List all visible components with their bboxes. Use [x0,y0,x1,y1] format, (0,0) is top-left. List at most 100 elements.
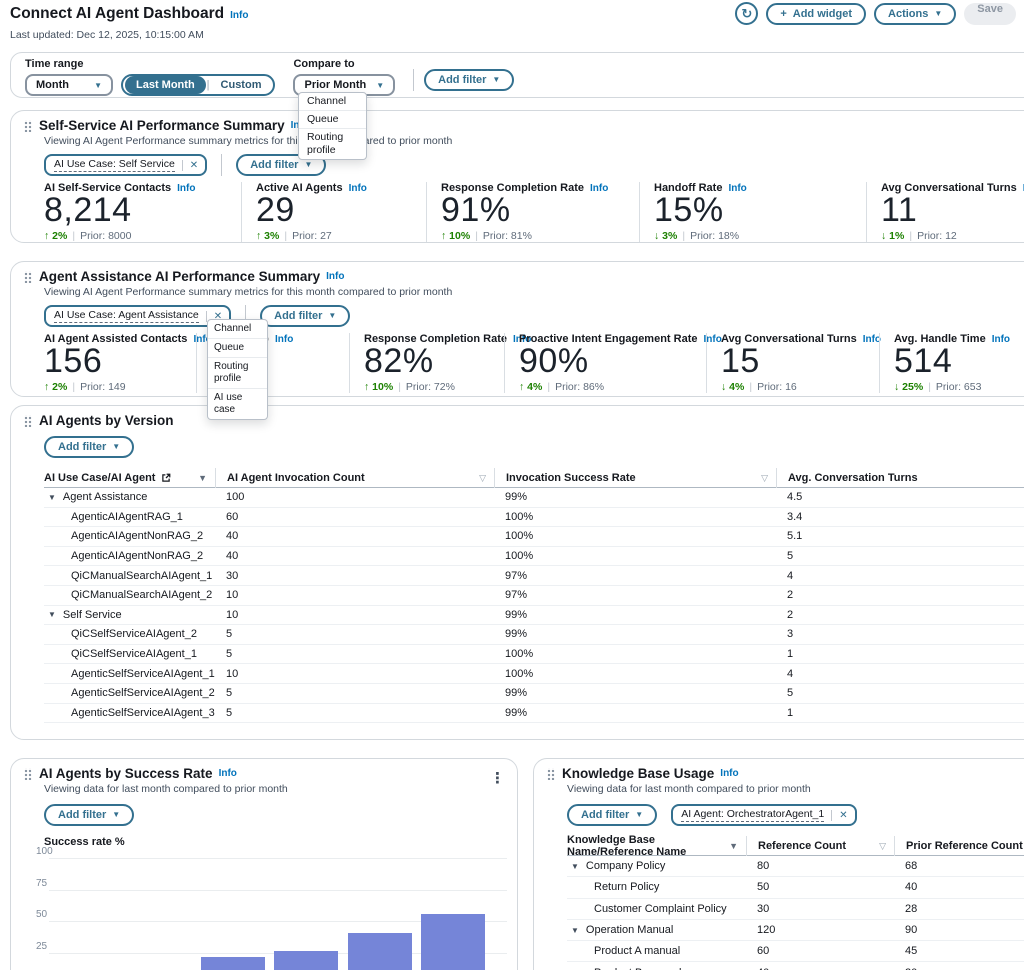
metric-response-completion-rate: Response Completion RateInfo 82% ↑ 10%|P… [349,333,504,393]
column-header-conversation-turns[interactable]: Avg. Conversation Turns [776,468,1024,488]
trend-arrow-icon: ↓ [721,381,726,393]
panel-subtitle: Viewing AI Agent Performance summary met… [44,286,1024,299]
filter-chip: AI Use Case: Self Service ✕ [44,154,207,176]
column-header-ai-use-case[interactable]: AI Use Case/AI Agent ▼ [44,468,215,488]
header-actions: ↻ + Add widget Actions ▼ Save [735,2,1016,25]
drag-handle-icon[interactable] [24,271,32,283]
actions-button[interactable]: Actions ▼ [874,3,956,25]
info-link[interactable]: Info [275,334,293,345]
refresh-button[interactable]: ↻ [735,2,758,25]
metric-value: 29 [256,196,416,224]
column-header-kb-name[interactable]: Knowledge Base Name/Reference Name ▼ [567,836,746,856]
external-link-icon [161,473,171,483]
add-widget-button[interactable]: + Add widget [766,3,866,25]
filter-chip: AI Agent: OrchestratorAgent_1 ✕ [671,804,856,826]
close-icon[interactable]: ✕ [831,810,847,821]
global-add-filter-button[interactable]: Add filter ▼ [424,69,514,91]
menu-item-queue[interactable]: Queue [299,111,366,129]
column-filter-icon[interactable]: ▼ [729,841,738,851]
info-link[interactable]: Info [720,767,738,781]
bar [348,933,412,970]
column-header-reference-count[interactable]: Reference Count ▽ [746,836,894,856]
table-row: Product B manual 4020 [567,962,1024,970]
global-filter-bar: Time range Month ▼ Last Month | Custom C… [10,52,1024,98]
trend-arrow-icon: ↑ [364,381,369,393]
info-link[interactable]: Info [590,183,608,194]
info-link[interactable]: Info [177,183,195,194]
metric-value: 15 [721,347,869,375]
metric-value: 11 [881,196,1024,224]
page-header: Connect AI Agent Dashboard Info Last upd… [10,5,248,41]
menu-item-channel[interactable]: Channel [299,93,366,111]
segment-last-month[interactable]: Last Month [125,76,206,94]
kebab-menu-icon[interactable]: ⋮ [490,769,505,787]
row-expand-caret[interactable]: ▼ [571,926,579,935]
metric-value: 91% [441,196,629,224]
column-header-prior-reference-count[interactable]: Prior Reference Count [894,836,1024,856]
add-filter-button[interactable]: Add filter ▼ [567,804,657,826]
metric-active-ai-agents: Active AI AgentsInfo 29 ↑ 3%|Prior: 27 [241,182,426,242]
table-row: QiCSelfServiceAIAgent_2 599%3 [44,625,1024,645]
drag-handle-icon[interactable] [24,120,32,132]
caret-down-icon: ▼ [328,312,336,320]
add-filter-button[interactable]: Add filter ▼ [44,804,134,826]
save-button[interactable]: Save [964,3,1016,25]
compare-to-label: Compare to [293,58,395,70]
trend-arrow-icon: ↓ [881,230,886,242]
row-expand-caret[interactable]: ▼ [48,493,56,502]
drag-handle-icon[interactable] [547,768,555,780]
divider [413,69,414,91]
row-expand-caret[interactable]: ▼ [571,862,579,871]
menu-item-routing-profile[interactable]: Routing profile [208,358,267,389]
info-link[interactable]: Info [326,270,344,284]
page-title-info-link[interactable]: Info [230,10,248,21]
filter-chip-label: AI Use Case: Self Service [54,158,175,172]
metric-handoff-rate: Handoff RateInfo 15% ↓ 3%|Prior: 18% [639,182,866,242]
bar [274,951,338,970]
success-rate-panel: ⋮ AI Agents by Success Rate Info Viewing… [10,758,518,970]
column-header-invocation-count[interactable]: AI Agent Invocation Count ▽ [215,468,494,488]
bar [421,914,485,970]
info-link[interactable]: Info [992,334,1010,345]
time-range-group: Time range Month ▼ Last Month | Custom [25,58,275,92]
self-service-summary-panel: Self-Service AI Performance Summary Info… [10,110,1024,243]
column-filter-icon[interactable]: ▽ [479,473,486,484]
menu-item-routing-profile[interactable]: Routing profile [299,129,366,159]
caret-down-icon: ▼ [304,161,312,169]
panel-subtitle: Viewing data for last month compared to … [567,783,1024,796]
versions-table: AI Use Case/AI Agent ▼ AI Agent Invocati… [44,468,1024,723]
column-header-success-rate[interactable]: Invocation Success Rate ▽ [494,468,776,488]
column-filter-icon[interactable]: ▽ [879,841,886,852]
gridline [49,890,507,891]
y-tick-label: 25 [36,941,47,952]
close-icon[interactable]: ✕ [182,160,198,171]
menu-item-queue[interactable]: Queue [208,339,267,358]
add-filter-button[interactable]: Add filter ▼ [260,305,350,327]
caret-down-icon: ▼ [934,10,942,18]
metric-avg-handle-time: Avg. Handle TimeInfo 514 ↓ 25%|Prior: 65… [879,333,1020,393]
info-link[interactable]: Info [349,183,367,194]
time-range-select[interactable]: Month ▼ [25,74,113,96]
column-filter-icon[interactable]: ▽ [761,473,768,484]
row-expand-caret[interactable]: ▼ [48,610,56,619]
table-row: QiCSelfServiceAIAgent_1 5100%1 [44,645,1024,665]
table-row: AgenticAIAgentNonRAG_2 40100%5.1 [44,527,1024,547]
trend-arrow-icon: ↑ [44,230,49,242]
table-row: ▼Self Service 1099%2 [44,606,1024,626]
info-link[interactable]: Info [728,183,746,194]
info-link[interactable]: Info [219,767,237,781]
last-updated-text: Last updated: Dec 12, 2025, 10:15:00 AM [10,29,248,41]
caret-down-icon: ▼ [112,811,120,819]
table-row: AgenticAIAgentRAG_1 60100%3.4 [44,508,1024,528]
refresh-icon: ↻ [741,6,752,22]
kb-table: Knowledge Base Name/Reference Name ▼ Ref… [567,836,1024,970]
segment-custom[interactable]: Custom [211,79,272,91]
column-filter-icon[interactable]: ▼ [198,473,207,483]
drag-handle-icon[interactable] [24,415,32,427]
filter-chip-label: AI Agent: OrchestratorAgent_1 [681,808,824,822]
menu-item-ai-use-case[interactable]: AI use case [208,389,267,419]
menu-item-channel[interactable]: Channel [208,320,267,339]
add-filter-button[interactable]: Add filter ▼ [44,436,134,458]
global-add-filter-menu: Channel Queue Routing profile [298,92,367,160]
drag-handle-icon[interactable] [24,768,32,780]
